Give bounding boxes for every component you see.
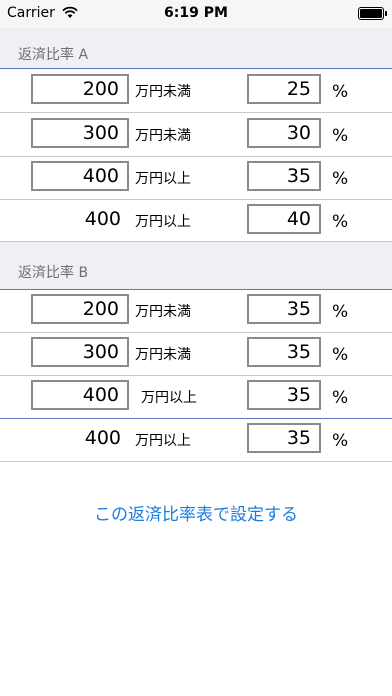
section-b-row: 400 万円以上 35 % bbox=[0, 375, 392, 419]
unit-label: 万円未満 bbox=[135, 84, 191, 100]
section-a-title: 返済比率 A bbox=[18, 47, 89, 63]
percent-input[interactable]: 25 bbox=[247, 74, 321, 104]
unit-label: 万円以上 bbox=[135, 171, 191, 187]
amount-input[interactable]: 400 bbox=[31, 380, 129, 410]
amount-value: 400 bbox=[84, 427, 121, 449]
clock: 6:19 PM bbox=[164, 5, 228, 21]
section-b-row: 300 万円未満 35 % bbox=[0, 332, 392, 376]
unit-label: 万円以上 bbox=[141, 390, 197, 406]
percent-sign: % bbox=[332, 345, 349, 365]
percent-sign: % bbox=[332, 82, 349, 102]
percent-input[interactable]: 35 bbox=[247, 161, 321, 191]
percent-sign: % bbox=[332, 388, 349, 408]
amount-input[interactable]: 300 bbox=[31, 118, 129, 148]
unit-label: 万円未満 bbox=[135, 347, 191, 363]
percent-sign: % bbox=[332, 431, 349, 451]
amount-input[interactable]: 200 bbox=[31, 294, 129, 324]
section-a-header: 返済比率 A bbox=[0, 28, 392, 69]
unit-label: 万円未満 bbox=[135, 128, 191, 144]
section-a-row: 400 万円以上 35 % bbox=[0, 156, 392, 200]
amount-value: 400 bbox=[84, 208, 121, 230]
section-a-row: 400 万円以上 40 % bbox=[0, 199, 392, 243]
amount-input[interactable]: 200 bbox=[31, 74, 129, 104]
amount-input[interactable]: 400 bbox=[31, 161, 129, 191]
percent-input[interactable]: 40 bbox=[247, 204, 321, 234]
apply-ratio-table-button[interactable]: この返済比率表で設定する bbox=[0, 500, 392, 525]
battery-icon bbox=[358, 7, 387, 20]
percent-sign: % bbox=[332, 302, 349, 322]
status-bar: Carrier 6:19 PM bbox=[0, 0, 392, 28]
percent-input[interactable]: 35 bbox=[247, 294, 321, 324]
percent-input[interactable]: 30 bbox=[247, 118, 321, 148]
section-a-row: 200 万円未満 25 % bbox=[0, 69, 392, 113]
section-b-title: 返済比率 B bbox=[18, 265, 89, 281]
unit-label: 万円以上 bbox=[135, 214, 191, 230]
percent-input[interactable]: 35 bbox=[247, 423, 321, 453]
percent-input[interactable]: 35 bbox=[247, 337, 321, 367]
percent-sign: % bbox=[332, 126, 349, 146]
percent-sign: % bbox=[332, 169, 349, 189]
section-b-row: 400 万円以上 35 % bbox=[0, 418, 392, 462]
section-b-header: 返済比率 B bbox=[0, 241, 392, 290]
section-a-row: 300 万円未満 30 % bbox=[0, 113, 392, 157]
unit-label: 万円以上 bbox=[135, 433, 191, 449]
section-b-row: 200 万円未満 35 % bbox=[0, 289, 392, 333]
percent-sign: % bbox=[332, 212, 349, 232]
amount-input[interactable]: 300 bbox=[31, 337, 129, 367]
unit-label: 万円未満 bbox=[135, 304, 191, 320]
percent-input[interactable]: 35 bbox=[247, 380, 321, 410]
